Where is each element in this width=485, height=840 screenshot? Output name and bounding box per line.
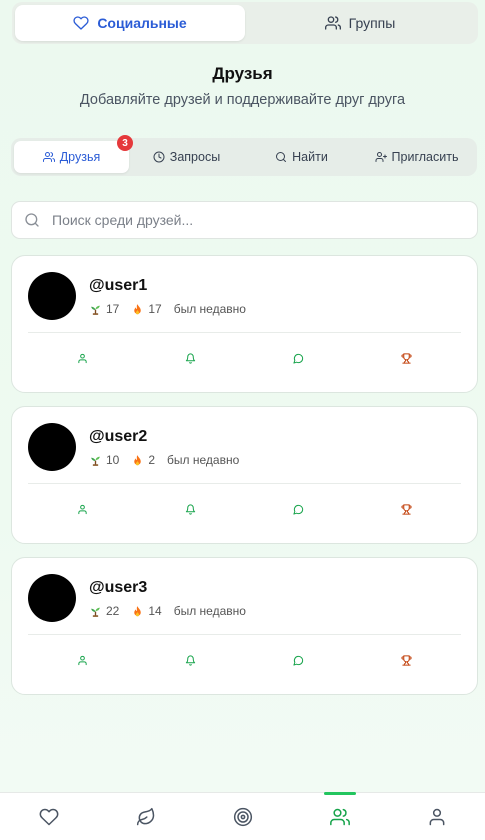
avatar[interactable] (28, 272, 76, 320)
tab-invite[interactable]: Пригласить (359, 141, 474, 173)
nav-garden[interactable] (97, 793, 194, 840)
nudge-button[interactable] (136, 499, 244, 519)
last-seen-status: был недавно (167, 453, 240, 467)
last-seen-status: был недавно (173, 604, 246, 618)
friends-search (11, 201, 478, 239)
friend-actions (28, 348, 461, 368)
search-icon (25, 213, 39, 227)
tab-requests[interactable]: Запросы (129, 141, 244, 173)
tab-requests-label: Запросы (169, 150, 221, 164)
clock-icon (153, 151, 165, 163)
challenge-button[interactable] (353, 650, 461, 670)
tab-find[interactable]: Найти (244, 141, 359, 173)
profile-icon (77, 504, 87, 514)
bell-icon (185, 503, 196, 515)
friend-stats: 10 2 был недавно (89, 453, 239, 467)
last-seen-status: был недавно (173, 302, 246, 316)
tab-groups-label: Группы (348, 15, 396, 31)
tab-friends[interactable]: Друзья 3 (14, 135, 133, 173)
top-tabs: Социальные Группы (12, 2, 478, 44)
message-button[interactable] (245, 499, 353, 519)
sprout-icon (91, 305, 100, 315)
profile-icon (77, 655, 87, 665)
friend-card: @user2 10 2 был недавно (11, 406, 478, 544)
bottom-nav (0, 792, 485, 840)
avatar[interactable] (28, 574, 76, 622)
friend-actions (28, 499, 461, 519)
trophy-icon (401, 503, 412, 515)
plants-count: 22 (106, 604, 120, 618)
fire-icon (134, 605, 142, 616)
users-icon (324, 16, 341, 30)
message-button[interactable] (245, 348, 353, 368)
search-input[interactable] (52, 212, 452, 228)
friend-username[interactable]: @user1 (89, 277, 147, 295)
users-icon (329, 808, 350, 825)
bell-icon (185, 352, 196, 364)
message-icon (293, 655, 304, 666)
bell-icon (185, 654, 196, 666)
divider (28, 483, 461, 484)
fire-icon (134, 303, 142, 314)
friend-username[interactable]: @user2 (89, 428, 147, 446)
plants-count: 17 (106, 302, 120, 316)
tab-find-label: Найти (292, 150, 328, 164)
friend-stats: 22 14 был недавно (89, 604, 246, 618)
nudge-button[interactable] (136, 348, 244, 368)
tab-social-label: Социальные (97, 15, 187, 31)
message-button[interactable] (245, 650, 353, 670)
sprout-icon (91, 456, 100, 466)
search-icon (276, 152, 287, 162)
fire-icon (134, 454, 142, 465)
tab-social[interactable]: Социальные (15, 5, 245, 41)
friend-stats: 17 17 был недавно (89, 302, 246, 316)
view-profile-button[interactable] (28, 650, 136, 670)
nav-profile[interactable] (388, 793, 485, 840)
tab-groups[interactable]: Группы (245, 5, 475, 41)
nav-social[interactable] (0, 793, 97, 840)
challenge-button[interactable] (353, 348, 461, 368)
user-icon (429, 808, 444, 825)
plants-count: 10 (106, 453, 120, 467)
friend-username[interactable]: @user3 (89, 579, 147, 597)
sprout-icon (91, 607, 100, 617)
page-title: Друзья (212, 64, 273, 83)
message-icon (293, 504, 304, 515)
message-icon (293, 353, 304, 364)
streak-count: 17 (148, 302, 162, 316)
nav-goals[interactable] (194, 793, 291, 840)
target-icon (233, 807, 252, 826)
streak-count: 14 (148, 604, 162, 618)
view-profile-button[interactable] (28, 499, 136, 519)
nudge-button[interactable] (136, 650, 244, 670)
nav-friends[interactable] (291, 793, 388, 840)
heart-icon (73, 16, 89, 30)
tab-invite-label: Пригласить (391, 150, 459, 164)
heart-icon (39, 808, 58, 825)
tab-friends-label: Друзья (59, 150, 101, 164)
challenge-button[interactable] (353, 499, 461, 519)
page-subtitle: Добавляйте друзей и поддерживайте друг д… (79, 92, 406, 108)
users-icon (42, 152, 55, 162)
divider (28, 332, 461, 333)
friend-card: @user1 17 17 был недавно (11, 255, 478, 393)
trophy-icon (401, 654, 412, 666)
view-profile-button[interactable] (28, 348, 136, 368)
streak-count: 2 (148, 453, 156, 467)
trophy-icon (401, 352, 412, 364)
friend-actions (28, 650, 461, 670)
profile-icon (77, 353, 87, 363)
divider (28, 634, 461, 635)
friend-card: @user3 22 14 был недавно (11, 557, 478, 695)
user-plus-icon (375, 152, 387, 162)
leaf-icon (136, 807, 154, 825)
friends-sub-tabs: Друзья 3 Запросы Найти Пригласить (11, 135, 477, 176)
avatar[interactable] (28, 423, 76, 471)
